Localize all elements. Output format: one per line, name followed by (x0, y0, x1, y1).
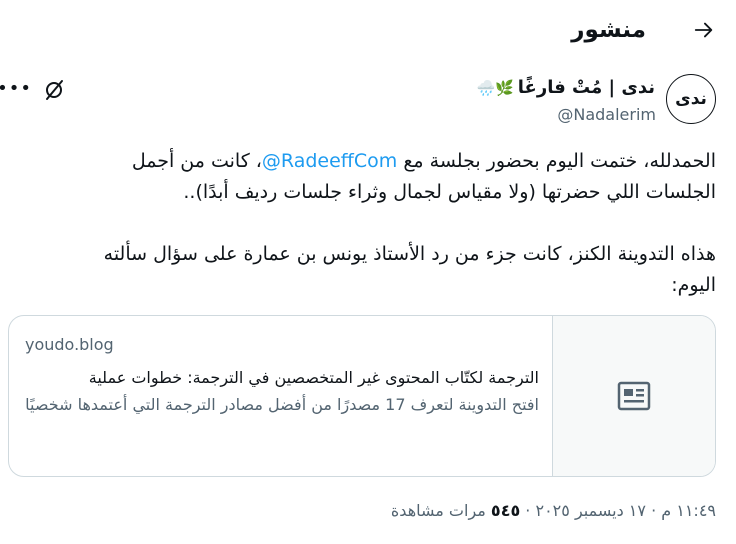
avatar[interactable]: ندى (666, 74, 716, 124)
tweet-page: منشور ندى ندى | مُتْ فارغًا 🌿🌧️ @Nadaler… (0, 0, 736, 544)
tweet-paragraph-1: الحمدلله، ختمت اليوم بحضور بجلسة مع @Rad… (56, 146, 716, 208)
views-label: مرات مشاهدة (390, 501, 491, 520)
author-emojis: 🌿🌧️ (476, 79, 514, 97)
timestamp[interactable]: ١١:٤٩ م · ١٧ ديسمبر ٢٠٢٥ · (520, 501, 716, 520)
views-count: ٥٤٥ (490, 501, 521, 520)
tweet-meta: ١١:٤٩ م · ١٧ ديسمبر ٢٠٢٥ · ٥٤٥ مرات مشاه… (391, 498, 716, 524)
grok-icon[interactable] (42, 78, 66, 102)
card-description: افتح التدوينة لتعرف 17 مصدرًا من أفضل مص… (25, 395, 539, 414)
more-options-icon[interactable]: ••• (0, 78, 32, 102)
article-icon (617, 381, 651, 411)
tweet-text: الحمدلله، ختمت اليوم بحضور بجلسة مع @Rad… (56, 146, 716, 301)
back-button[interactable] (689, 15, 719, 45)
author-name[interactable]: ندى | مُتْ فارغًا 🌿🌧️ (476, 76, 655, 100)
author-name-text: ندى | مُتْ فارغًا (517, 77, 655, 98)
mention-link[interactable]: @RadeeffCom (262, 150, 397, 172)
card-title: الترجمة لكتّاب المحتوى غير المتخصصين في … (88, 368, 539, 387)
tweet-text-part: الحمدلله، ختمت اليوم بحضور بجلسة مع (397, 150, 716, 172)
author-handle[interactable]: @Nadalerim (557, 104, 656, 126)
card-body: youdo.blog الترجمة لكتّاب المحتوى غير ال… (25, 334, 539, 417)
card-thumbnail (552, 316, 715, 476)
page-title: منشور (571, 17, 646, 43)
tweet-paragraph-2: هذاه التدوينة الكنز، كانت جزء من رد الأس… (103, 243, 716, 296)
link-card[interactable]: youdo.blog الترجمة لكتّاب المحتوى غير ال… (8, 315, 716, 477)
arrow-right-icon (694, 22, 713, 38)
card-domain: youdo.blog (25, 335, 114, 354)
header: منشور (0, 0, 736, 60)
